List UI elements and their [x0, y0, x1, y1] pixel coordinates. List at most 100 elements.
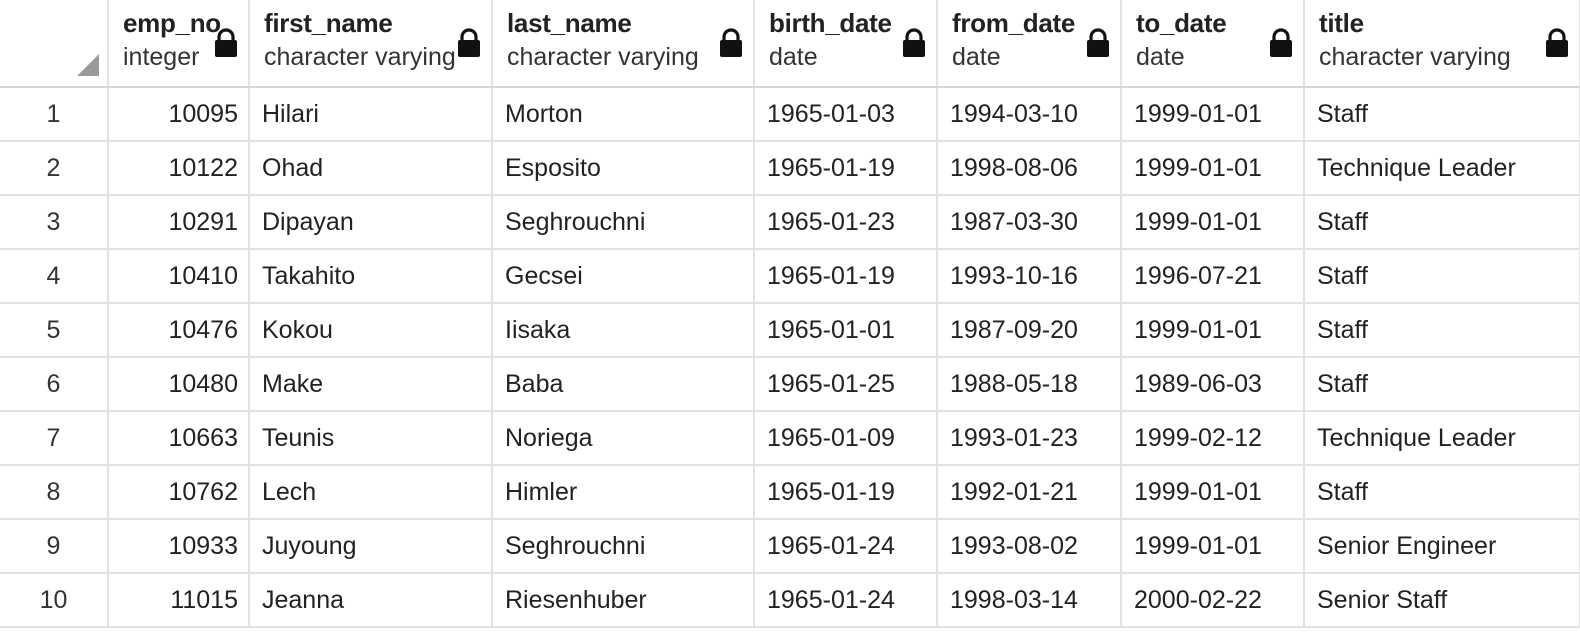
cell-birth-date[interactable]: 1965-01-23: [754, 195, 938, 250]
cell-from-date[interactable]: 1993-10-16: [937, 249, 1122, 304]
table-row[interactable]: 5 10476 Kokou Iisaka 1965-01-01 1987-09-…: [0, 303, 1580, 358]
cell-last-name[interactable]: Morton: [492, 87, 755, 142]
cell-last-name[interactable]: Himler: [492, 465, 755, 520]
cell-title[interactable]: Staff: [1304, 465, 1580, 520]
cell-first-name[interactable]: Takahito: [249, 249, 493, 304]
cell-birth-date[interactable]: 1965-01-19: [754, 249, 938, 304]
cell-from-date[interactable]: 1998-03-14: [937, 573, 1122, 628]
cell-first-name[interactable]: Ohad: [249, 141, 493, 196]
row-number[interactable]: 6: [0, 357, 109, 412]
table-row[interactable]: 10 11015 Jeanna Riesenhuber 1965-01-24 1…: [0, 573, 1580, 628]
cell-birth-date[interactable]: 1965-01-24: [754, 519, 938, 574]
row-number[interactable]: 9: [0, 519, 109, 574]
cell-title[interactable]: Staff: [1304, 87, 1580, 142]
cell-emp-no[interactable]: 10480: [108, 357, 250, 412]
cell-title[interactable]: Technique Leader: [1304, 411, 1580, 466]
cell-from-date[interactable]: 1993-01-23: [937, 411, 1122, 466]
cell-last-name[interactable]: Riesenhuber: [492, 573, 755, 628]
cell-birth-date[interactable]: 1965-01-19: [754, 141, 938, 196]
table-row[interactable]: 4 10410 Takahito Gecsei 1965-01-19 1993-…: [0, 249, 1580, 304]
cell-first-name[interactable]: Hilari: [249, 87, 493, 142]
table-row[interactable]: 1 10095 Hilari Morton 1965-01-03 1994-03…: [0, 87, 1580, 142]
column-header-birth-date[interactable]: birth_date date: [754, 0, 938, 88]
select-all-cell[interactable]: [0, 0, 109, 88]
cell-birth-date[interactable]: 1965-01-01: [754, 303, 938, 358]
cell-birth-date[interactable]: 1965-01-25: [754, 357, 938, 412]
cell-last-name[interactable]: Baba: [492, 357, 755, 412]
column-header-from-date[interactable]: from_date date: [937, 0, 1122, 88]
cell-emp-no[interactable]: 10291: [108, 195, 250, 250]
cell-emp-no[interactable]: 10933: [108, 519, 250, 574]
cell-to-date[interactable]: 1999-01-01: [1121, 465, 1305, 520]
cell-birth-date[interactable]: 1965-01-19: [754, 465, 938, 520]
column-header-to-date[interactable]: to_date date: [1121, 0, 1305, 88]
row-number[interactable]: 1: [0, 87, 109, 142]
cell-emp-no[interactable]: 10476: [108, 303, 250, 358]
cell-from-date[interactable]: 1994-03-10: [937, 87, 1122, 142]
cell-last-name[interactable]: Seghrouchni: [492, 195, 755, 250]
cell-last-name[interactable]: Gecsei: [492, 249, 755, 304]
cell-to-date[interactable]: 1999-02-12: [1121, 411, 1305, 466]
cell-first-name[interactable]: Make: [249, 357, 493, 412]
cell-last-name[interactable]: Iisaka: [492, 303, 755, 358]
column-header-first-name[interactable]: first_name character varying: [249, 0, 493, 88]
cell-birth-date[interactable]: 1965-01-03: [754, 87, 938, 142]
table-row[interactable]: 3 10291 Dipayan Seghrouchni 1965-01-23 1…: [0, 195, 1580, 250]
row-number[interactable]: 10: [0, 573, 109, 628]
cell-to-date[interactable]: 1999-01-01: [1121, 141, 1305, 196]
cell-from-date[interactable]: 1992-01-21: [937, 465, 1122, 520]
cell-emp-no[interactable]: 10410: [108, 249, 250, 304]
cell-to-date[interactable]: 2000-02-22: [1121, 573, 1305, 628]
table-row[interactable]: 7 10663 Teunis Noriega 1965-01-09 1993-0…: [0, 411, 1580, 466]
cell-title[interactable]: Senior Engineer: [1304, 519, 1580, 574]
cell-emp-no[interactable]: 10095: [108, 87, 250, 142]
cell-birth-date[interactable]: 1965-01-09: [754, 411, 938, 466]
cell-title[interactable]: Technique Leader: [1304, 141, 1580, 196]
cell-first-name[interactable]: Dipayan: [249, 195, 493, 250]
cell-emp-no[interactable]: 10663: [108, 411, 250, 466]
table-row[interactable]: 6 10480 Make Baba 1965-01-25 1988-05-18 …: [0, 357, 1580, 412]
table-row[interactable]: 9 10933 Juyoung Seghrouchni 1965-01-24 1…: [0, 519, 1580, 574]
column-header-last-name[interactable]: last_name character varying: [492, 0, 755, 88]
cell-first-name[interactable]: Kokou: [249, 303, 493, 358]
row-number[interactable]: 2: [0, 141, 109, 196]
cell-to-date[interactable]: 1989-06-03: [1121, 357, 1305, 412]
cell-from-date[interactable]: 1988-05-18: [937, 357, 1122, 412]
cell-title[interactable]: Senior Staff: [1304, 573, 1580, 628]
cell-first-name[interactable]: Juyoung: [249, 519, 493, 574]
cell-from-date[interactable]: 1987-09-20: [937, 303, 1122, 358]
cell-last-name[interactable]: Seghrouchni: [492, 519, 755, 574]
cell-title[interactable]: Staff: [1304, 195, 1580, 250]
select-all-triangle-icon[interactable]: [77, 54, 99, 76]
cell-title[interactable]: Staff: [1304, 357, 1580, 412]
cell-from-date[interactable]: 1993-08-02: [937, 519, 1122, 574]
cell-birth-date[interactable]: 1965-01-24: [754, 573, 938, 628]
cell-first-name[interactable]: Jeanna: [249, 573, 493, 628]
cell-to-date[interactable]: 1996-07-21: [1121, 249, 1305, 304]
cell-to-date[interactable]: 1999-01-01: [1121, 195, 1305, 250]
column-name: birth_date: [769, 8, 892, 38]
row-number[interactable]: 7: [0, 411, 109, 466]
table-row[interactable]: 2 10122 Ohad Esposito 1965-01-19 1998-08…: [0, 141, 1580, 196]
row-number[interactable]: 4: [0, 249, 109, 304]
column-header-emp-no[interactable]: emp_no integer: [108, 0, 250, 88]
cell-first-name[interactable]: Teunis: [249, 411, 493, 466]
cell-to-date[interactable]: 1999-01-01: [1121, 87, 1305, 142]
row-number[interactable]: 8: [0, 465, 109, 520]
cell-emp-no[interactable]: 11015: [108, 573, 250, 628]
table-row[interactable]: 8 10762 Lech Himler 1965-01-19 1992-01-2…: [0, 465, 1580, 520]
cell-title[interactable]: Staff: [1304, 249, 1580, 304]
cell-to-date[interactable]: 1999-01-01: [1121, 519, 1305, 574]
cell-to-date[interactable]: 1999-01-01: [1121, 303, 1305, 358]
cell-first-name[interactable]: Lech: [249, 465, 493, 520]
row-number[interactable]: 5: [0, 303, 109, 358]
cell-last-name[interactable]: Noriega: [492, 411, 755, 466]
cell-title[interactable]: Staff: [1304, 303, 1580, 358]
cell-emp-no[interactable]: 10122: [108, 141, 250, 196]
row-number[interactable]: 3: [0, 195, 109, 250]
column-header-title[interactable]: title character varying: [1304, 0, 1580, 88]
cell-from-date[interactable]: 1998-08-06: [937, 141, 1122, 196]
cell-last-name[interactable]: Esposito: [492, 141, 755, 196]
cell-from-date[interactable]: 1987-03-30: [937, 195, 1122, 250]
cell-emp-no[interactable]: 10762: [108, 465, 250, 520]
